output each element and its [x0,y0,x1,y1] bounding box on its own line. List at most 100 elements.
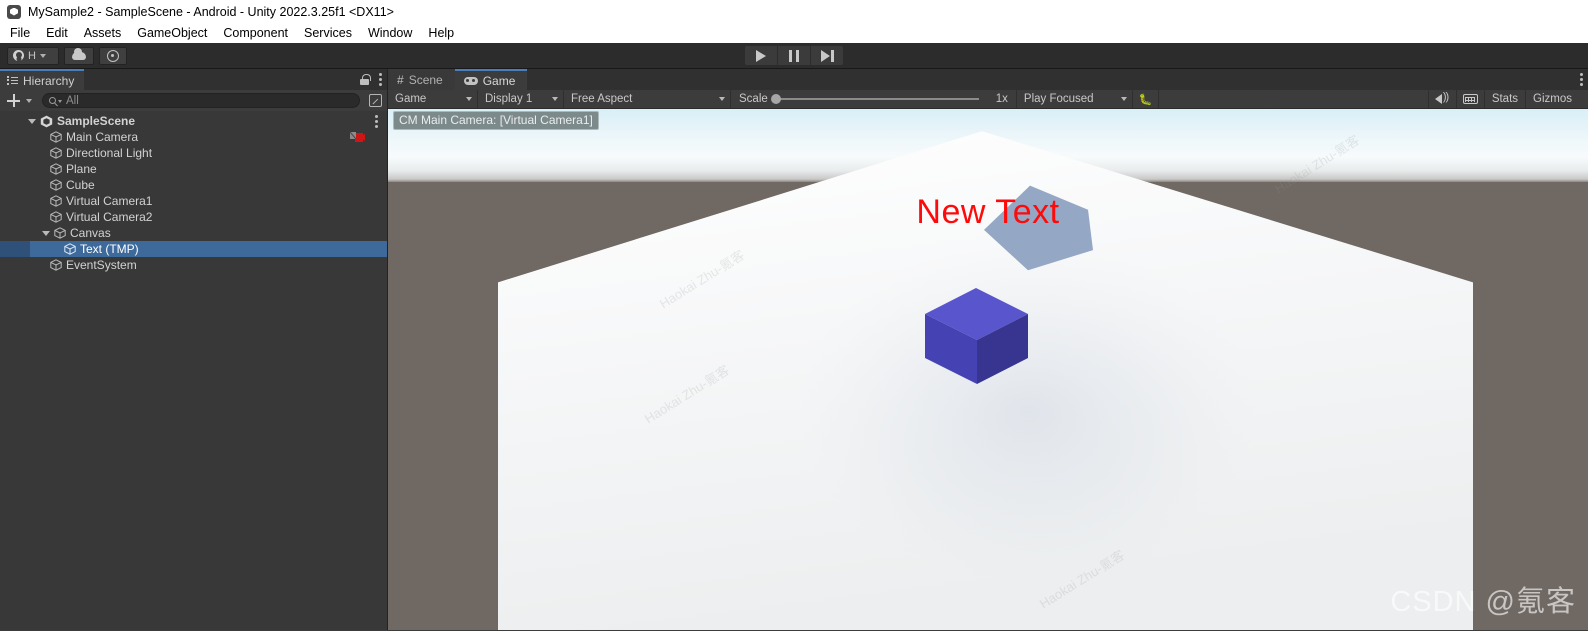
hierarchy-item-label: Text (TMP) [80,242,139,256]
lock-icon[interactable] [360,74,371,85]
gameobject-icon [50,211,62,223]
stats-button[interactable]: Stats [1485,89,1527,109]
step-button[interactable] [811,46,843,65]
menu-gameobject[interactable]: GameObject [129,23,215,43]
menu-edit[interactable]: Edit [38,23,76,43]
tab-game[interactable]: Game [454,69,528,90]
menu-component[interactable]: Component [215,23,296,43]
pause-button[interactable] [778,46,810,65]
cloud-icon [72,47,86,60]
cube-object [923,276,1029,384]
chevron-down-icon [466,97,472,101]
scene-icon [40,115,53,128]
menu-file[interactable]: File [7,23,38,43]
step-icon [820,49,834,62]
play-mode-value: Play Focused [1023,93,1094,105]
game-panel: # Scene Game Game Display 1 Free Aspect [388,69,1588,630]
aspect-dropdown[interactable]: Free Aspect [564,89,731,109]
window-title: MySample2 - SampleScene - Android - Unit… [28,4,394,19]
speaker-icon [1434,91,1450,105]
display-value: Display 1 [485,93,533,105]
plus-icon[interactable] [7,94,20,107]
hierarchy-item-label: Canvas [70,226,111,240]
popout-icon[interactable] [369,94,382,107]
gameobject-icon [50,195,62,207]
kebab-menu-icon[interactable] [379,73,382,86]
chevron-down-icon[interactable] [42,230,50,236]
tab-scene[interactable]: # Scene [388,69,455,90]
menu-services[interactable]: Services [296,23,360,43]
hierarchy-item-main-camera[interactable]: Main Camera [0,129,387,145]
tab-hierarchy[interactable]: Hierarchy [0,69,85,90]
toolbar-spacer [1159,89,1429,109]
hierarchy-tree[interactable]: SampleScene Main Camera Directional Ligh… [0,111,387,630]
menubar: File Edit Assets GameObject Component Se… [0,23,1588,43]
hierarchy-item-cube[interactable]: Cube [0,177,387,193]
target-display-value: Game [395,93,427,105]
settings-button[interactable] [99,46,127,65]
gizmos-label: Gizmos [1533,93,1573,105]
scale-label: Scale [739,93,768,105]
hierarchy-scene-label: SampleScene [57,114,136,128]
menu-assets[interactable]: Assets [76,23,130,43]
hierarchy-item-eventsystem[interactable]: EventSystem [0,257,387,273]
chevron-down-icon[interactable] [26,98,32,103]
gameobject-icon [50,147,62,159]
gameobject-icon [50,259,62,271]
tab-game-label: Game [482,73,516,88]
hierarchy-item-label: EventSystem [66,258,137,272]
kebab-menu-icon[interactable] [1580,73,1583,86]
account-button[interactable]: H [7,46,59,65]
chevron-down-icon[interactable] [28,118,36,124]
window-titlebar: MySample2 - SampleScene - Android - Unit… [0,0,1588,23]
kebab-menu-icon[interactable] [375,114,378,128]
chevron-down-icon [58,100,62,103]
gizmos-dropdown[interactable] [1576,90,1588,109]
display-dropdown[interactable]: Display 1 [478,89,564,109]
scale-slider[interactable]: Scale 1x [731,89,1017,109]
hierarchy-item-virtual-camera1[interactable]: Virtual Camera1 [0,193,387,209]
chevron-down-icon [552,97,558,101]
gameobject-icon [50,131,62,143]
menu-help[interactable]: Help [420,23,462,43]
keyboard-icon [1462,94,1478,104]
keyboard-input-button[interactable] [1457,89,1485,109]
hierarchy-item-label: Directional Light [66,146,153,160]
search-input[interactable]: All [42,93,360,108]
scale-slider-knob[interactable] [770,94,781,104]
hierarchy-item-directional-light[interactable]: Directional Light [0,145,387,161]
mute-audio-button[interactable] [1429,89,1457,109]
hierarchy-scene-row[interactable]: SampleScene [0,113,387,129]
play-mode-dropdown[interactable]: Play Focused [1017,89,1133,109]
gear-icon [107,49,119,62]
hierarchy-item-canvas[interactable]: Canvas [0,225,387,241]
menu-window[interactable]: Window [360,23,420,43]
hierarchy-item-label: Virtual Camera2 [66,210,153,224]
unity-logo-icon [7,4,21,19]
hierarchy-item-text-tmp[interactable]: Text (TMP) [0,241,387,257]
cloud-button[interactable] [64,46,94,65]
person-icon [13,50,24,61]
target-display-dropdown[interactable]: Game [388,89,478,109]
hierarchy-item-label: Virtual Camera1 [66,194,153,208]
play-button[interactable] [745,46,777,65]
hierarchy-item-label: Plane [66,162,97,176]
hierarchy-tabrow: Hierarchy [0,69,387,90]
search-placeholder: All [66,94,79,107]
hierarchy-item-plane[interactable]: Plane [0,161,387,177]
scale-slider-track[interactable] [770,94,979,104]
chevron-down-icon [719,97,725,101]
debug-button[interactable]: 🐛 [1133,89,1159,109]
view-tabrow: # Scene Game [388,69,1588,90]
gameobject-icon [64,243,76,255]
play-icon [756,49,766,62]
game-render-area[interactable]: CM Main Camera: [Virtual Camera1] New Te… [388,109,1588,630]
hierarchy-item-virtual-camera2[interactable]: Virtual Camera2 [0,209,387,225]
main-toolbar: H [0,43,1588,69]
chevron-down-icon [1120,97,1127,101]
gameobject-icon [50,163,62,175]
hierarchy-icon [7,76,18,85]
gamepad-icon [463,76,478,85]
workspace: Hierarchy All SampleScene Main Camera Di… [0,69,1588,630]
gizmos-button[interactable]: Gizmos [1526,90,1576,109]
